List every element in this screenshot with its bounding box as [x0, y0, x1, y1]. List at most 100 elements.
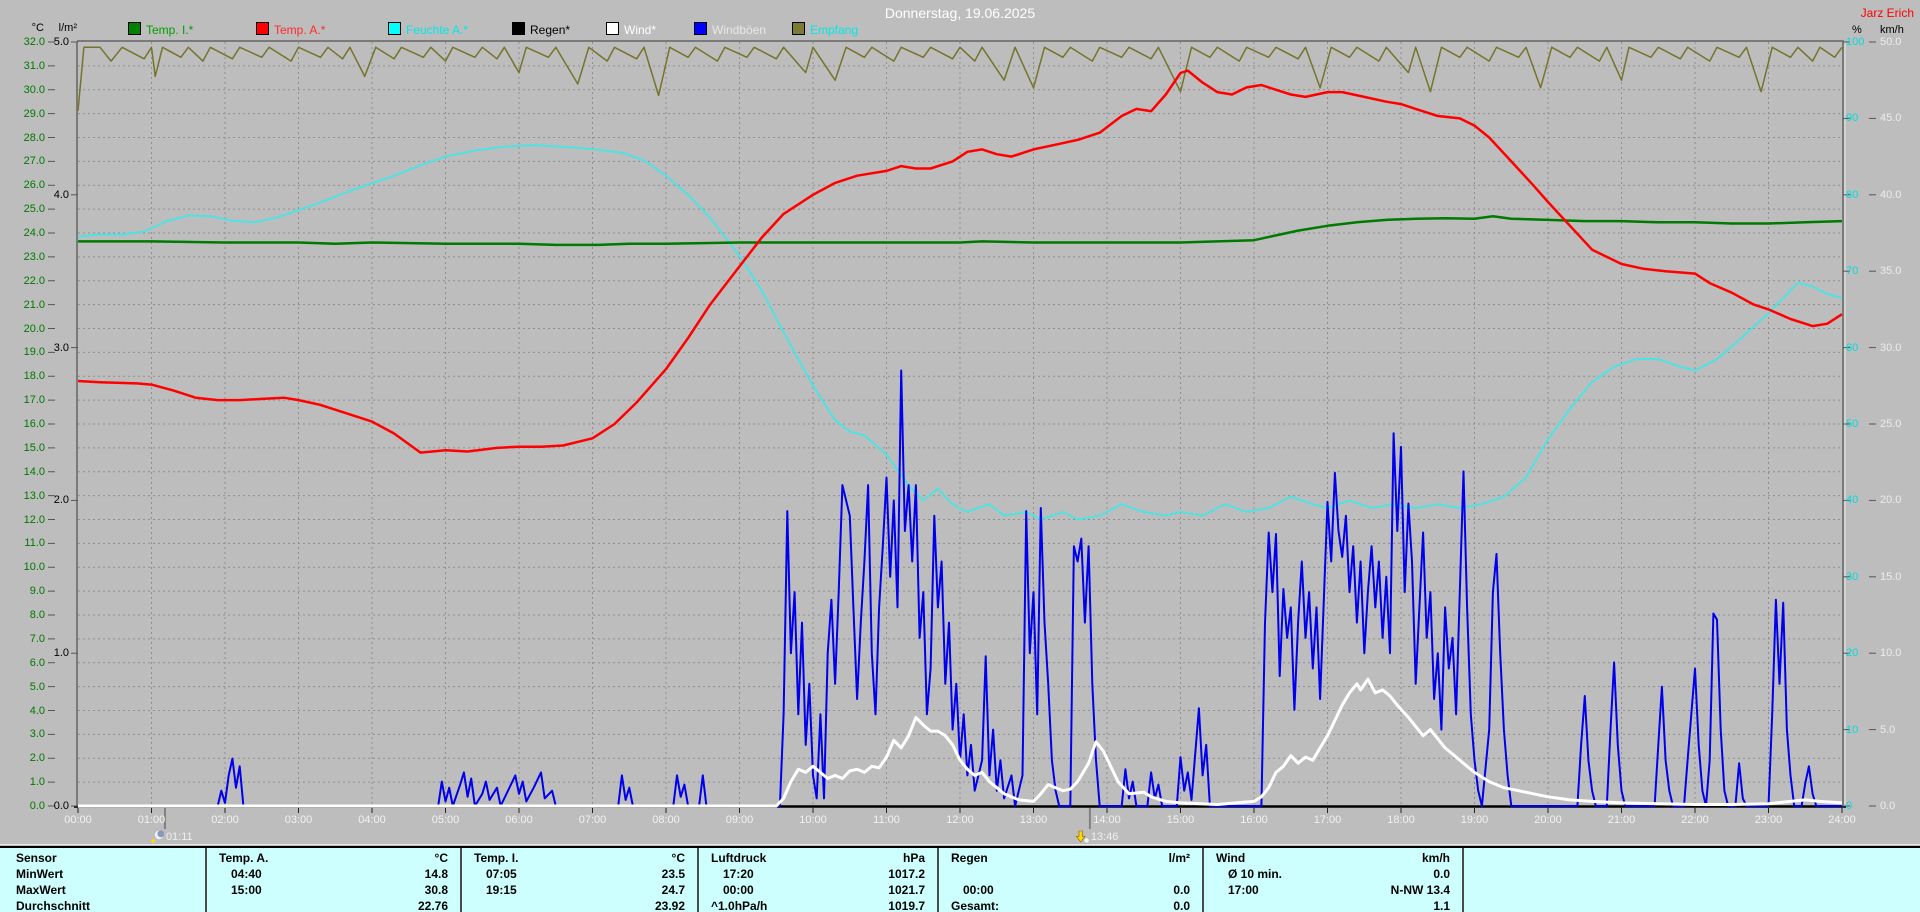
axis-tick-label: 11.0: [24, 537, 45, 550]
axis-tick-label: 9.0: [29, 585, 45, 598]
table-column-divider: [1462, 848, 1464, 912]
rain-axis-header: l/m²: [58, 22, 77, 34]
moon-arrow-icon: [1075, 830, 1089, 844]
table-cell: 1017.2: [888, 867, 925, 881]
table-separator: [0, 844, 1920, 845]
axis-tick-label: 50: [1846, 418, 1859, 430]
legend-color-box: [512, 22, 525, 35]
axis-tick-label: 10.0: [1880, 647, 1902, 660]
axis-tick-label: 31.0: [23, 59, 45, 72]
axis-tick-label: 40: [1846, 494, 1859, 507]
x-axis-hour-label: 02:00: [211, 814, 239, 826]
table-cell: 1.1: [1433, 899, 1450, 912]
table-cell: MaxWert: [16, 883, 66, 897]
axis-tick-label: 16.0: [23, 418, 45, 430]
legend-item-temp-a-[interactable]: Temp. A.*: [256, 22, 325, 38]
x-axis-hour-label: 17:00: [1313, 814, 1342, 826]
legend-item-wind-[interactable]: Wind*: [606, 22, 656, 38]
moon-star-icon: [150, 830, 165, 844]
legend-item-label: Temp. I.*: [146, 23, 194, 37]
x-axis-hour-label: 19:00: [1460, 814, 1489, 826]
x-axis-hour-label: 15:00: [1166, 814, 1195, 826]
table-cell: l/m²: [1168, 851, 1190, 865]
axis-tick-label: 0.0: [1880, 800, 1896, 812]
author-name: Jarz Erich: [1860, 6, 1914, 20]
axis-tick-label: 3.0: [53, 341, 69, 354]
table-column-divider: [697, 848, 699, 912]
series-temp-i-: [78, 215, 1843, 247]
axis-tick-label: 18.0: [23, 370, 45, 383]
legend-item-empfang[interactable]: Empfang: [792, 22, 858, 38]
axis-tick-label: 60: [1846, 341, 1859, 354]
axis-tick-label: 5.0: [29, 680, 45, 693]
x-axis-hour-label: 04:00: [358, 814, 386, 826]
table-cell: N-NW 13.4: [1390, 883, 1450, 897]
axis-tick-label: 70: [1846, 265, 1859, 278]
axis-tick-label: 22.0: [23, 274, 45, 287]
axis-tick-label: 45.0: [1880, 112, 1902, 125]
page-title: Donnerstag, 19.06.2025: [884, 5, 1036, 21]
humidity-axis-header: %: [1852, 24, 1862, 36]
legend-item-label: Wind*: [624, 23, 657, 37]
x-axis-hour-label: 13:00: [1019, 814, 1048, 826]
x-axis-hour-label: 16:00: [1240, 814, 1268, 826]
axis-tick-label: 24.0: [23, 227, 45, 239]
table-cell: 0.0: [1433, 867, 1450, 881]
x-axis-hour-label: 08:00: [652, 814, 680, 826]
x-axis-hour-label: 00:00: [64, 814, 92, 826]
x-axis-hour-label: 06:00: [505, 814, 533, 826]
x-axis-hour-label: 21:00: [1607, 814, 1636, 826]
axis-tick-label: 28.0: [23, 131, 45, 144]
legend-color-box: [388, 22, 401, 35]
legend-item-label: Temp. A.*: [274, 23, 326, 37]
axis-tick-label: 80: [1846, 188, 1859, 201]
legend-item-feuchte-a-[interactable]: Feuchte A.*: [388, 22, 468, 38]
astro-marker-time: 01:11: [165, 831, 193, 843]
axis-tick-label: 20.0: [1880, 494, 1902, 507]
legend-item-temp-i-[interactable]: Temp. I.*: [128, 22, 193, 38]
table-cell: hPa: [902, 851, 925, 865]
axis-tick-label: 0.0: [53, 800, 69, 812]
x-axis-hour-label: 11:00: [873, 814, 900, 826]
table-cell: 23.5: [661, 867, 685, 881]
axis-tick-label: 4.0: [29, 704, 45, 717]
table-column-divider: [460, 848, 462, 912]
legend-color-box: [128, 22, 141, 35]
legend-item-windb-en[interactable]: Windböen: [694, 22, 766, 38]
table-cell: Sensor: [16, 851, 57, 865]
x-axis-hour-label: 10:00: [799, 814, 827, 826]
weather-station-window: °C l/m² % km/h Temp. I.* Temp. A.* Feuchte…: [0, 0, 1920, 912]
weather-chart: [48, 40, 1876, 829]
legend-color-box: [606, 22, 619, 35]
legend-color-box: [256, 22, 269, 35]
x-axis-hour-label: 18:00: [1387, 814, 1415, 826]
table-cell: °C: [671, 851, 685, 865]
axis-tick-label: 1.0: [29, 776, 45, 789]
x-axis-hour-label: 20:00: [1534, 814, 1562, 826]
legend-item-label: Windböen: [712, 23, 767, 37]
table-cell: °C: [434, 851, 448, 865]
table-cell: MinWert: [16, 867, 64, 881]
table-cell: 0.0: [1173, 899, 1190, 912]
table-cell: 23.92: [654, 899, 685, 912]
table-cell: 14.8: [424, 867, 448, 881]
summary-table: Sensor MinWert MaxWert Durchschnitt Temp. A.…: [0, 846, 1920, 912]
table-cell: 24.7: [661, 883, 685, 897]
axis-tick-label: 23.0: [23, 250, 45, 263]
x-axis-hour-label: 23:00: [1754, 814, 1783, 826]
axis-tick-label: 17.0: [23, 394, 45, 407]
table-cell: km/h: [1421, 851, 1450, 865]
axis-tick-label: 14.0: [23, 465, 45, 478]
axis-tick-label: 30.0: [1880, 341, 1902, 354]
legend-item-regen-[interactable]: Regen*: [512, 22, 570, 38]
axis-tick-label: 2.0: [53, 494, 69, 507]
axis-tick-label: 90: [1846, 112, 1859, 125]
table-column-divider: [205, 848, 207, 912]
table-cell: 0.0: [1173, 883, 1190, 897]
x-axis-hour-label: 12:00: [946, 814, 974, 826]
axis-tick-label: 12.0: [23, 513, 45, 526]
table-cell: 30.8: [424, 883, 448, 897]
axis-tick-label: 3.0: [29, 728, 45, 741]
axis-tick-label: 30: [1846, 570, 1859, 583]
x-axis-hour-label: 07:00: [578, 814, 607, 826]
